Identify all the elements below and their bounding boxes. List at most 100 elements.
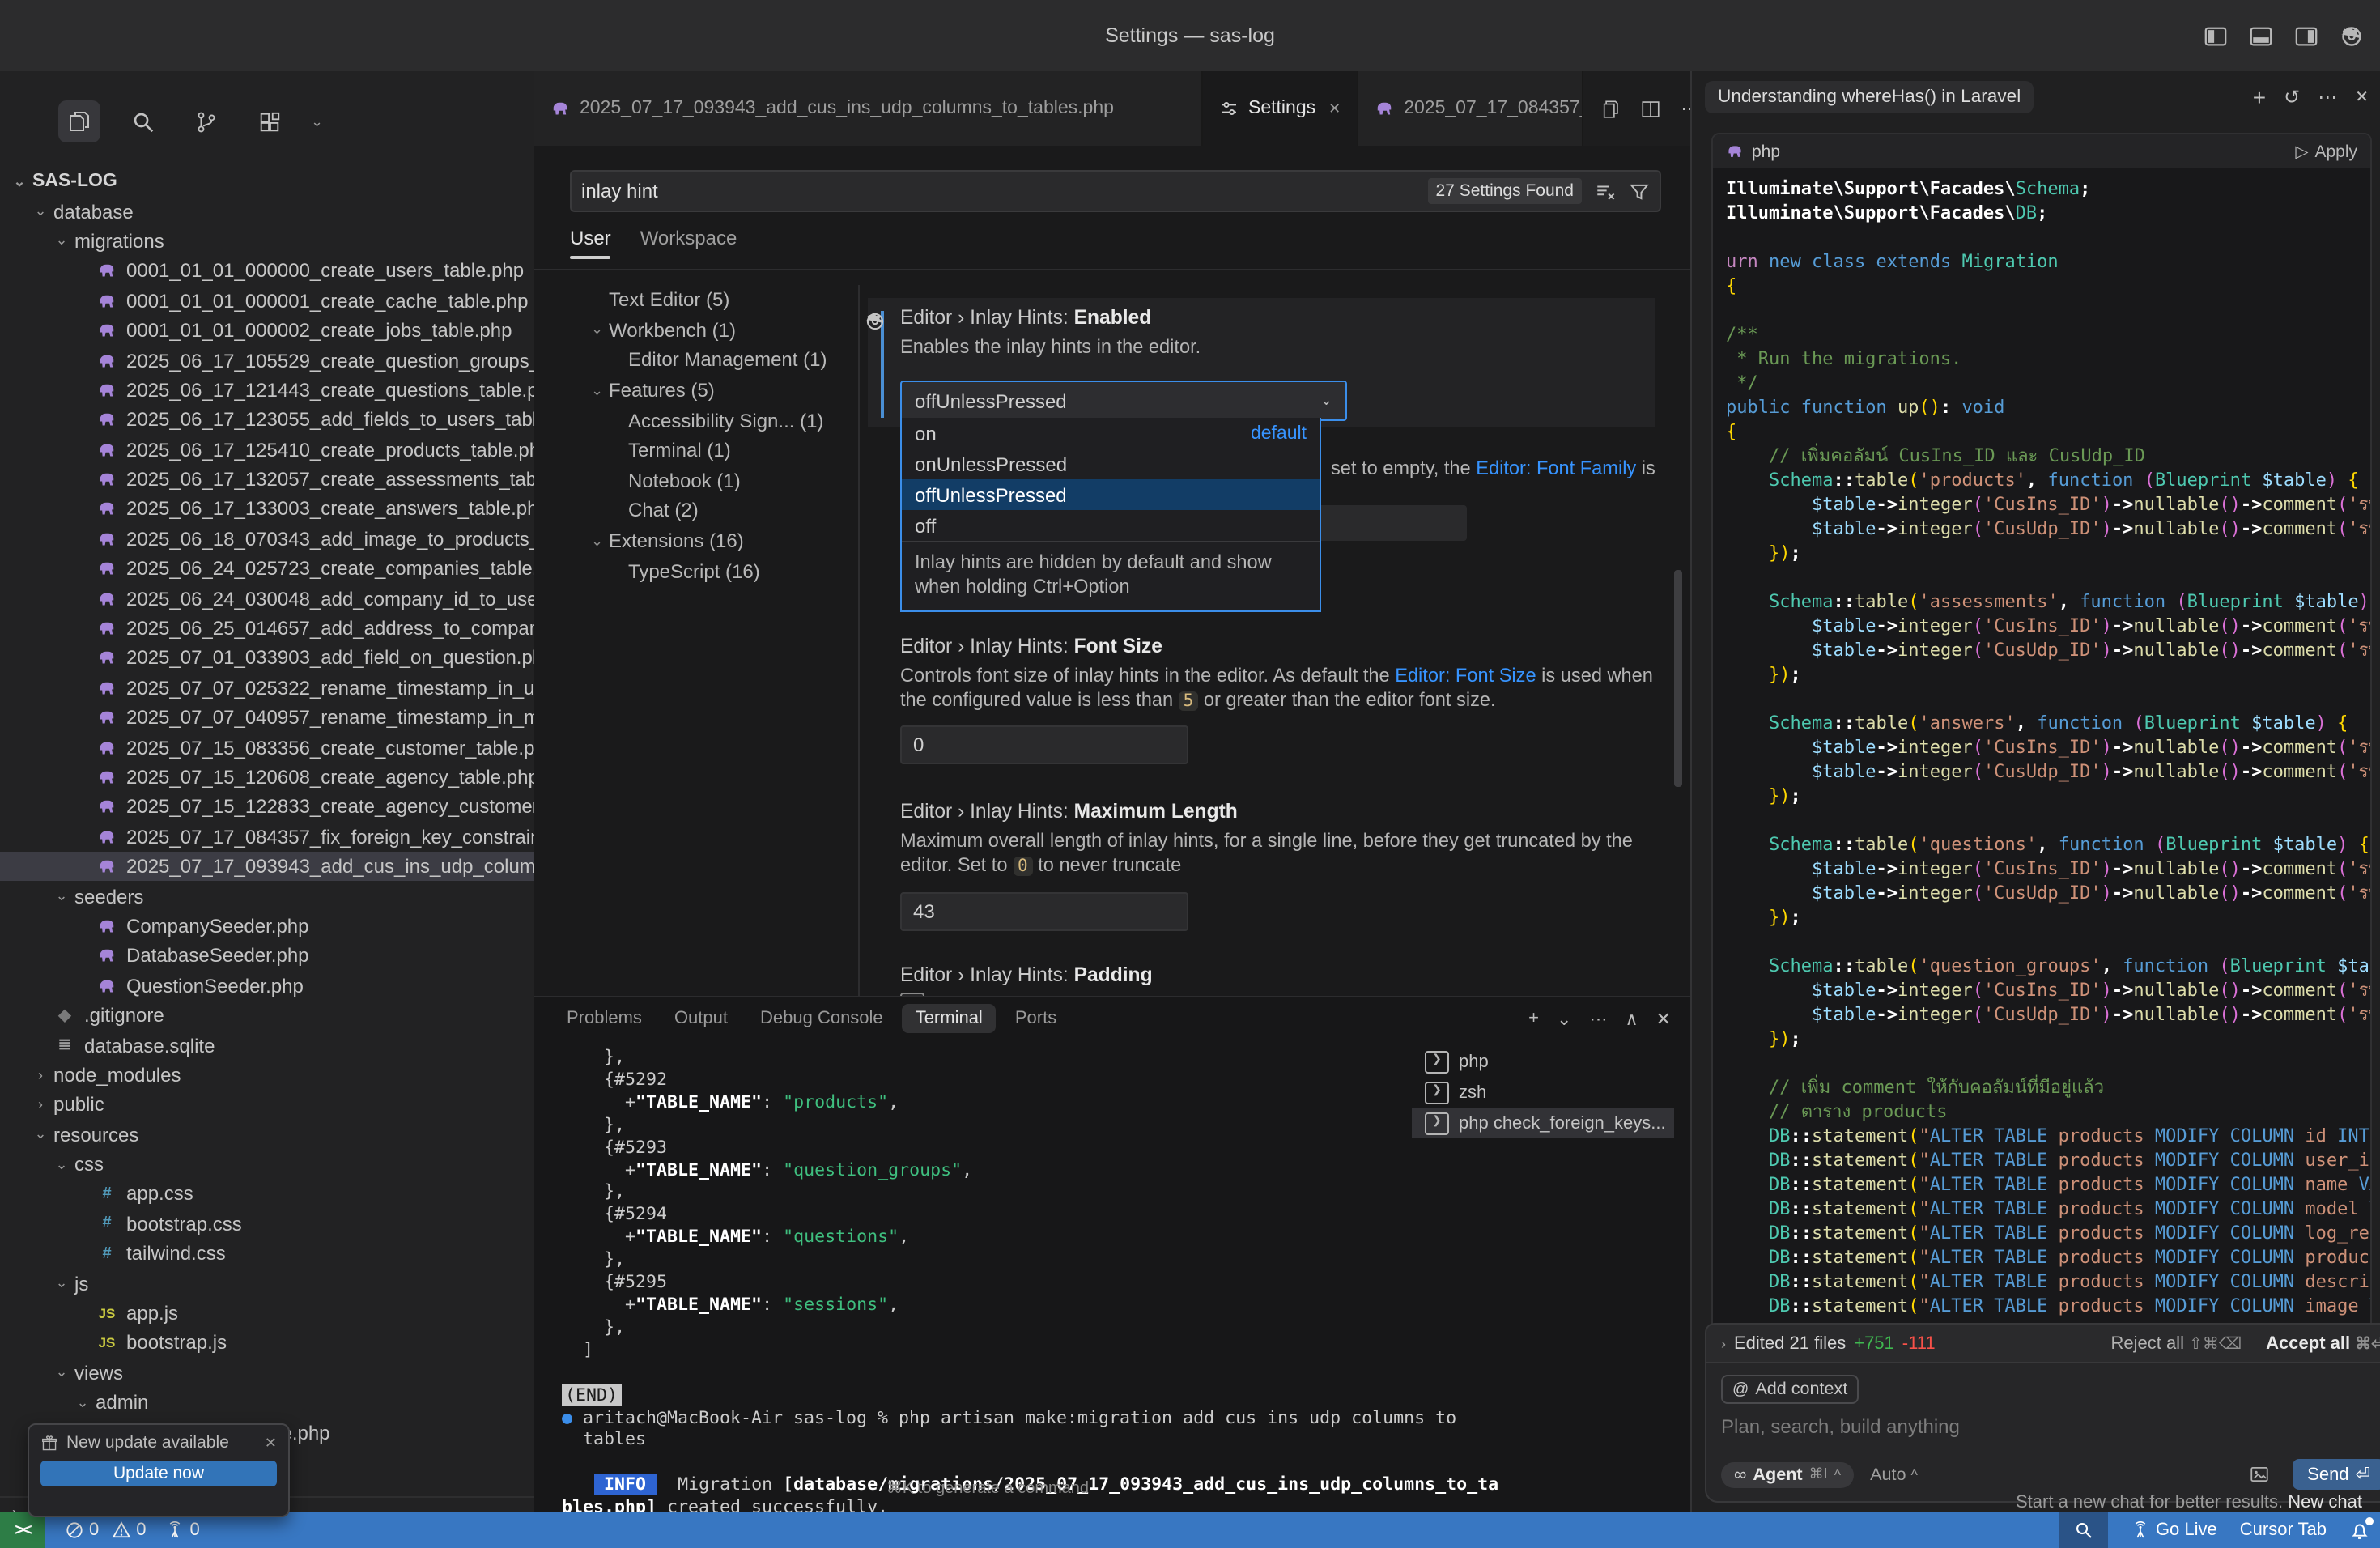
toc-item[interactable]: Terminal (1) bbox=[534, 436, 855, 466]
tab-workspace-scope[interactable]: Workspace bbox=[640, 227, 737, 259]
toggle-left-panel-icon[interactable] bbox=[2204, 23, 2228, 48]
toc-item[interactable]: TypeScript (16) bbox=[534, 556, 855, 586]
tree-item[interactable]: ›public bbox=[0, 1090, 534, 1120]
more-icon[interactable]: ⋯ bbox=[1589, 1008, 1607, 1029]
clear-filters-icon[interactable] bbox=[1595, 181, 1616, 202]
tree-item[interactable]: ⌄database bbox=[0, 197, 534, 227]
tree-item[interactable]: 2025_07_07_025322_rename_timestamp_in_us… bbox=[0, 673, 534, 703]
toc-item[interactable]: Chat (2) bbox=[534, 495, 855, 525]
tree-item[interactable]: ⌄seeders bbox=[0, 882, 534, 912]
toc-item[interactable]: ⌄Features (5) bbox=[534, 376, 855, 406]
send-button[interactable]: Send⏎ bbox=[2293, 1459, 2380, 1490]
terminal-process[interactable]: ❯php check_foreign_keys... bbox=[1412, 1108, 1674, 1138]
tree-item[interactable]: DatabaseSeeder.php bbox=[0, 941, 534, 971]
tree-item[interactable]: 2025_07_15_083356_create_customer_table.… bbox=[0, 733, 534, 763]
tree-item[interactable]: 2025_06_24_030048_add_company_id_to_user… bbox=[0, 584, 534, 614]
tree-item[interactable]: ⌄SAS-LOG bbox=[0, 167, 534, 197]
close-icon[interactable]: ✕ bbox=[2355, 88, 2369, 106]
tree-item[interactable]: CompanySeeder.php bbox=[0, 912, 534, 942]
tree-item[interactable]: QuestionSeeder.php bbox=[0, 971, 534, 1001]
tree-item[interactable]: ›node_modules bbox=[0, 1060, 534, 1090]
more-icon[interactable]: ⋯ bbox=[2318, 86, 2337, 108]
max-length-input[interactable]: 43 bbox=[900, 892, 1188, 931]
chevron-down-icon[interactable]: ⌄ bbox=[1557, 1008, 1571, 1029]
tab-migration-file[interactable]: 2025_07_17_093943_add_cus_ins_udp_column… bbox=[534, 71, 1203, 146]
chat-composer[interactable]: @Add context Plan, search, build anythin… bbox=[1705, 1362, 2380, 1503]
new-chat-button[interactable]: New chat bbox=[2288, 1493, 2362, 1512]
apply-button[interactable]: ▷ Apply bbox=[2295, 142, 2357, 161]
settings-search-input[interactable]: inlay hint 27 Settings Found bbox=[570, 170, 1661, 212]
tab-user-scope[interactable]: User bbox=[570, 227, 611, 259]
add-context-button[interactable]: @Add context bbox=[1721, 1375, 1859, 1404]
tree-item[interactable]: #bootstrap.css bbox=[0, 1209, 534, 1239]
edited-files-bar[interactable]: › Edited 21 files +751 -111 Reject all ⇧… bbox=[1705, 1323, 2380, 1363]
accept-all-button[interactable]: Accept all ⌘⏎ bbox=[2266, 1334, 2380, 1354]
open-changes-icon[interactable] bbox=[1600, 98, 1621, 119]
problems-status[interactable]: 0 0 bbox=[65, 1520, 147, 1540]
tree-item[interactable]: ⌄admin bbox=[0, 1388, 534, 1418]
filter-icon[interactable] bbox=[1629, 181, 1650, 202]
attach-image-icon[interactable] bbox=[2249, 1464, 2270, 1485]
terminal-process[interactable]: ❯zsh bbox=[1412, 1077, 1674, 1108]
split-editor-icon[interactable] bbox=[1640, 98, 1661, 119]
tree-item[interactable]: ⌄migrations bbox=[0, 227, 534, 257]
panel-tab-output[interactable]: Output bbox=[661, 1004, 741, 1033]
tree-item[interactable]: #tailwind.css bbox=[0, 1239, 534, 1269]
panel-tab-debug-console[interactable]: Debug Console bbox=[747, 1004, 896, 1033]
tab-settings[interactable]: Settings ✕ bbox=[1203, 71, 1358, 146]
setting-gear-icon[interactable] bbox=[865, 311, 886, 332]
dropdown-option[interactable]: offUnlessPressed bbox=[902, 479, 1320, 510]
go-live-button[interactable]: Go Live bbox=[2131, 1520, 2217, 1540]
new-chat-icon[interactable]: + bbox=[2253, 84, 2266, 110]
tree-item[interactable]: 2025_06_25_014657_add_address_to_compani… bbox=[0, 614, 534, 644]
chevron-down-icon[interactable]: ⌄ bbox=[311, 113, 323, 130]
close-icon[interactable]: ✕ bbox=[1656, 1008, 1671, 1029]
search-icon[interactable] bbox=[121, 100, 164, 142]
tree-item[interactable]: 2025_07_01_033903_add_field_on_question.… bbox=[0, 644, 534, 674]
close-icon[interactable]: ✕ bbox=[265, 1434, 277, 1452]
tree-item[interactable]: JSapp.js bbox=[0, 1299, 534, 1329]
extensions-icon[interactable] bbox=[248, 100, 290, 142]
tree-item[interactable]: 2025_06_17_105529_create_question_groups… bbox=[0, 346, 534, 376]
panel-add-icon[interactable]: + bbox=[1528, 1009, 1539, 1028]
tree-item[interactable]: 2025_06_17_125410_create_products_table.… bbox=[0, 435, 534, 465]
tree-item[interactable]: 2025_06_18_070343_add_image_to_products_… bbox=[0, 524, 534, 554]
tree-item[interactable]: ≣database.sqlite bbox=[0, 1031, 534, 1061]
tree-item[interactable]: 2025_06_17_121443_create_questions_table… bbox=[0, 375, 534, 405]
toc-item[interactable]: Text Editor (5) bbox=[534, 285, 855, 315]
tree-item[interactable]: ⌄resources bbox=[0, 1120, 534, 1150]
tree-item[interactable]: ⌄views bbox=[0, 1358, 534, 1388]
tree-item[interactable]: ⌄js bbox=[0, 1269, 534, 1299]
tab-fix-foreign-key[interactable]: 2025_07_17_084357_ bbox=[1358, 71, 1583, 146]
cursor-tab-status[interactable]: Cursor Tab bbox=[2240, 1520, 2327, 1540]
dropdown-option[interactable]: ondefault bbox=[902, 418, 1320, 449]
tree-item[interactable]: ◆.gitignore bbox=[0, 1001, 534, 1031]
update-now-button[interactable]: Update now bbox=[40, 1461, 277, 1486]
tree-item[interactable]: 2025_07_15_120608_create_agency_table.ph… bbox=[0, 763, 534, 793]
maximize-icon[interactable]: ∧ bbox=[1625, 1008, 1638, 1029]
tree-item[interactable]: 2025_07_17_093943_add_cus_ins_udp_column… bbox=[0, 852, 534, 882]
reject-all-button[interactable]: Reject all ⇧⌘⌫ bbox=[2110, 1334, 2242, 1354]
tree-item[interactable]: 0001_01_01_000000_create_users_table.php bbox=[0, 256, 534, 286]
chat-tab-title[interactable]: Understanding whereHas() in Laravel bbox=[1705, 81, 2034, 113]
source-control-icon[interactable] bbox=[185, 100, 227, 142]
toc-item[interactable]: ⌄Workbench (1) bbox=[534, 315, 855, 345]
panel-tab-problems[interactable]: Problems bbox=[554, 1004, 655, 1033]
settings-gear-icon[interactable] bbox=[2340, 23, 2364, 48]
tree-item[interactable]: 2025_07_15_122833_create_agency_customer… bbox=[0, 792, 534, 822]
panel-tab-ports[interactable]: Ports bbox=[1002, 1004, 1069, 1033]
remote-indicator[interactable]: >< bbox=[0, 1512, 45, 1548]
tree-item[interactable]: 2025_06_17_133003_create_answers_table.p… bbox=[0, 495, 534, 525]
tree-item[interactable]: ⌄css bbox=[0, 1150, 534, 1180]
close-tab-icon[interactable]: ✕ bbox=[1328, 100, 1341, 117]
dropdown-option[interactable]: off bbox=[902, 510, 1320, 541]
notifications-bell-icon[interactable] bbox=[2349, 1520, 2370, 1541]
toc-item[interactable]: Notebook (1) bbox=[534, 466, 855, 495]
tree-item[interactable]: 0001_01_01_000002_create_jobs_table.php bbox=[0, 316, 534, 346]
ports-status[interactable]: 0 bbox=[166, 1520, 200, 1540]
model-selector[interactable]: Auto ^ bbox=[1870, 1465, 1918, 1484]
zoom-status-button[interactable] bbox=[2060, 1512, 2109, 1548]
agent-mode-selector[interactable]: ∞Agent ⌘I^ bbox=[1721, 1461, 1854, 1487]
dropdown-option[interactable]: onUnlessPressed bbox=[902, 449, 1320, 479]
terminal-process[interactable]: ❯php bbox=[1412, 1046, 1674, 1077]
